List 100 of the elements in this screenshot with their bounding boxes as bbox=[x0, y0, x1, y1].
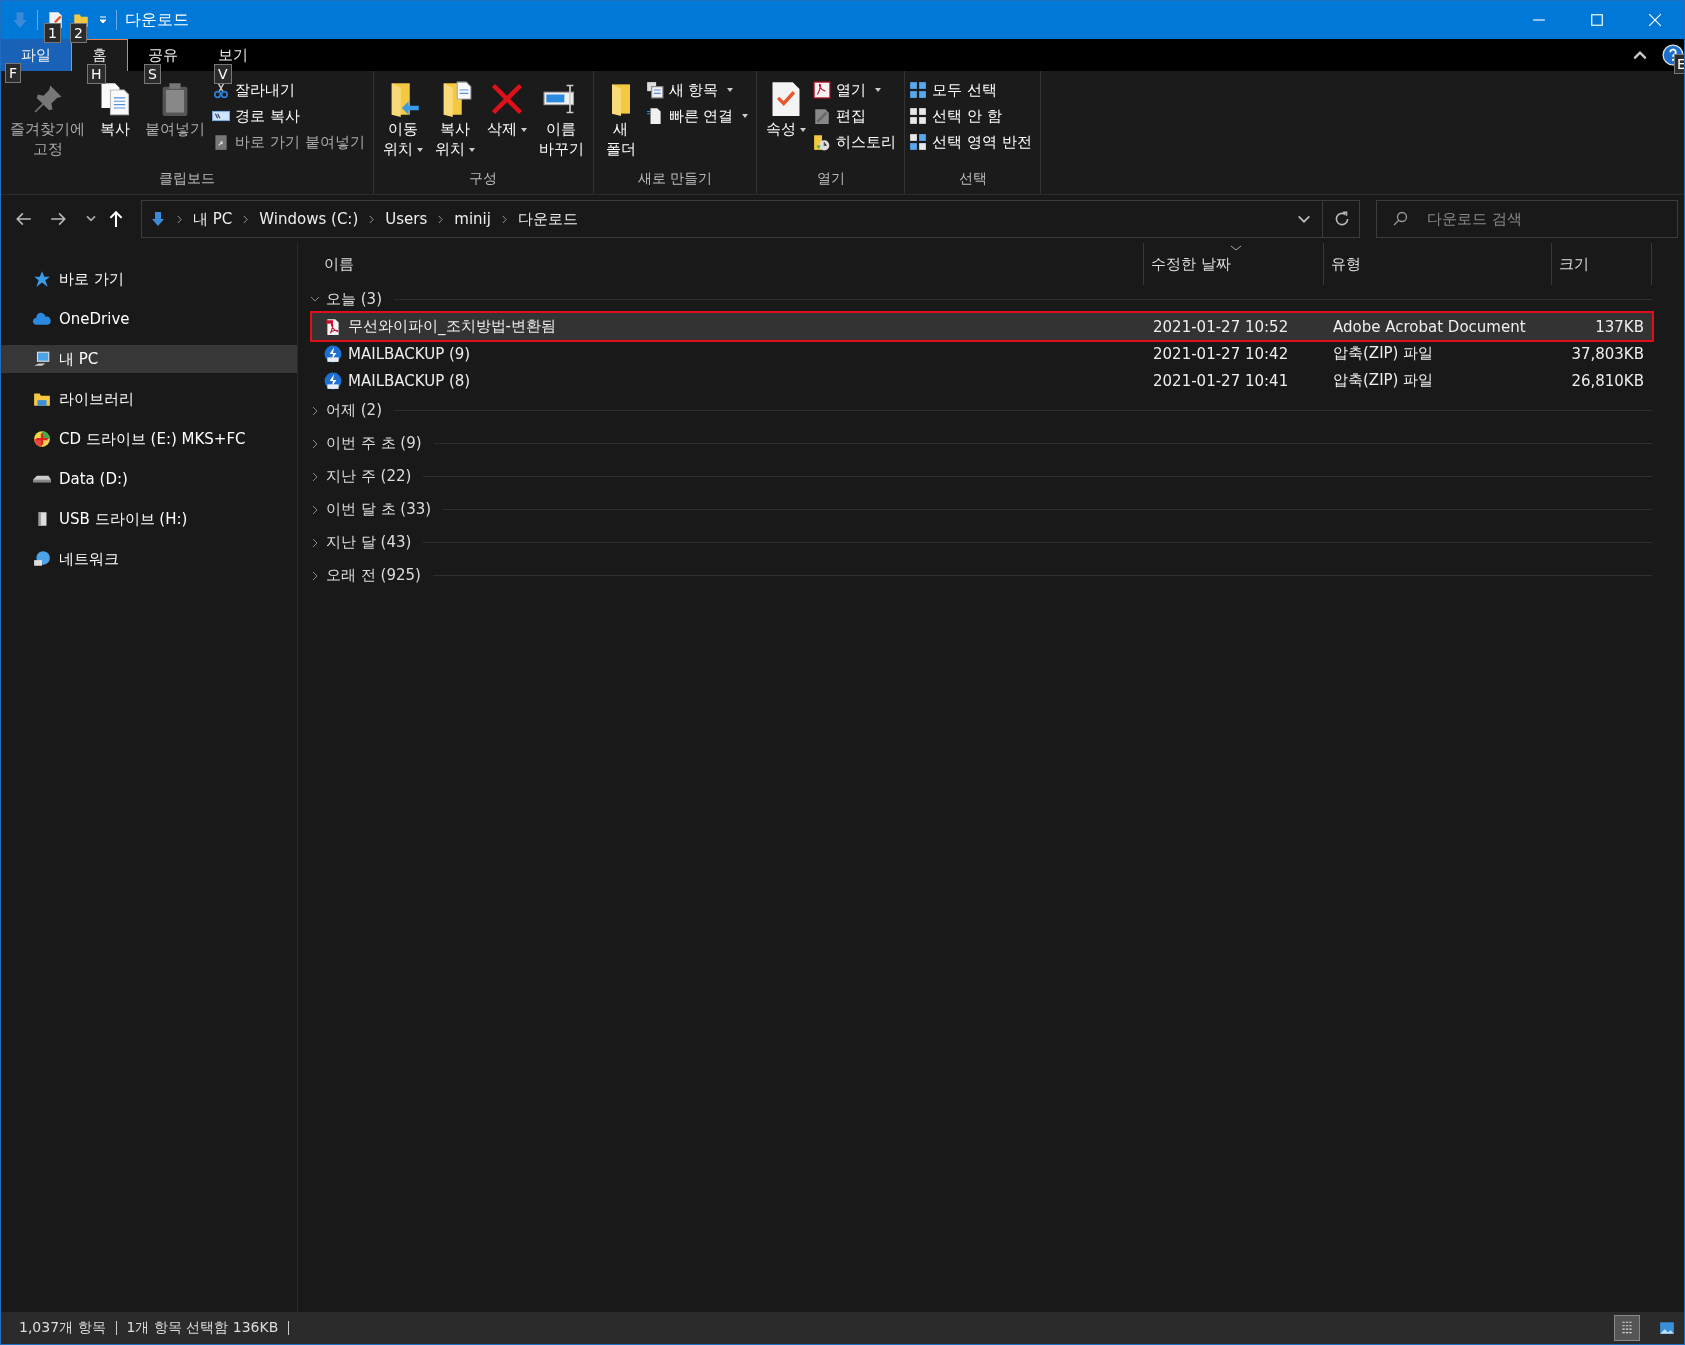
download-arrow-icon bbox=[150, 211, 166, 227]
chevron-icon[interactable] bbox=[310, 294, 320, 304]
scissors-icon bbox=[212, 81, 230, 99]
ribbon-button[interactable]: 복사 위치 bbox=[429, 77, 480, 166]
group-label: 선택 bbox=[957, 169, 988, 188]
file-name: MAILBACKUP (9) bbox=[348, 344, 471, 363]
sidebar-item[interactable]: 내 PC bbox=[1, 345, 297, 373]
zip-file-icon bbox=[324, 371, 342, 390]
folder-clock-icon bbox=[813, 133, 832, 151]
table-cell-text: 2021-01-27 10:52 bbox=[1152, 317, 1290, 336]
ribbon-button[interactable]: 이름 바꾸기 bbox=[533, 77, 589, 166]
sidebar-item[interactable]: 네트워크 bbox=[1, 545, 297, 573]
keytip: H bbox=[87, 64, 106, 84]
chevron-icon[interactable] bbox=[310, 471, 320, 482]
keytip: 1 bbox=[44, 23, 61, 43]
keytip: V bbox=[214, 64, 232, 84]
sidebar-item[interactable]: Data (D:) bbox=[1, 465, 297, 493]
group-header[interactable]: 이번 주 초 (9) bbox=[310, 427, 1652, 460]
file-row[interactable]: MAILBACKUP (9) 2021-01-27 10:42 압축(ZIP) 파일 37,803KB bbox=[312, 340, 1652, 367]
file-name: MAILBACKUP (8) bbox=[348, 371, 471, 390]
file-row[interactable]: 무선와이파이_조치방법-변환됨 2021-01-27 10:52 Adobe Acrobat Document 137KB bbox=[312, 313, 1652, 340]
chevron-icon[interactable] bbox=[242, 213, 250, 225]
breadcrumb[interactable]: 내 PC bbox=[193, 209, 233, 229]
folder-icon bbox=[33, 390, 51, 408]
chevron-icon[interactable] bbox=[437, 213, 445, 225]
ribbon-button[interactable]: 빠른 연결 bbox=[645, 105, 753, 127]
chevron-icon[interactable] bbox=[310, 537, 320, 548]
address-bar[interactable]: 내 PC Windows (C:) Users minij 다운로드 bbox=[141, 200, 1360, 238]
ribbon-button[interactable]: 편집 bbox=[813, 105, 901, 127]
file-row[interactable]: MAILBACKUP (8) 2021-01-27 10:41 압축(ZIP) 파일 26,810KB bbox=[312, 367, 1652, 394]
edit-icon bbox=[813, 107, 832, 125]
document-icon bbox=[645, 107, 664, 125]
pdf-file-icon bbox=[324, 317, 342, 336]
column-header[interactable]: 수정한 날짜 bbox=[1144, 243, 1324, 285]
maximize-icon bbox=[1590, 13, 1604, 27]
group-header[interactable]: 지난 달 (43) bbox=[310, 526, 1652, 559]
sidebar-item[interactable]: CD 드라이브 (E:) MKS+FC bbox=[1, 425, 297, 453]
column-header[interactable]: 유형 bbox=[1324, 243, 1552, 285]
group-header[interactable]: 지난 주 (22) bbox=[310, 460, 1652, 493]
ribbon-button[interactable]: 선택 영역 반전 bbox=[909, 131, 1036, 153]
grid-squares-icon bbox=[909, 107, 928, 125]
back-arrow-icon[interactable] bbox=[15, 210, 33, 228]
ribbon-button[interactable]: 히스토리 bbox=[813, 131, 901, 153]
column-header[interactable]: 이름 bbox=[298, 243, 1144, 285]
column-header[interactable]: 크기 bbox=[1552, 243, 1652, 285]
window-title: 다운로드 bbox=[125, 9, 189, 31]
star-icon bbox=[33, 270, 51, 288]
chevron-icon[interactable] bbox=[176, 213, 183, 225]
table-cell-text: 137KB bbox=[1594, 317, 1645, 336]
group-header[interactable]: 이번 달 초 (33) bbox=[310, 493, 1652, 526]
forward-arrow-icon[interactable] bbox=[49, 210, 67, 228]
sidebar-item[interactable]: 바로 가기 bbox=[1, 265, 297, 293]
details-list-icon bbox=[1619, 1320, 1635, 1336]
table-cell-text: 26,810KB bbox=[1570, 371, 1645, 390]
ribbon-button[interactable]: 속성 bbox=[761, 77, 812, 166]
group-header[interactable]: 오늘 (3) bbox=[310, 285, 1652, 313]
search-icon bbox=[1392, 211, 1408, 227]
keytip: 2 bbox=[70, 23, 87, 43]
up-arrow-icon[interactable] bbox=[107, 210, 125, 228]
chevron-icon[interactable] bbox=[310, 570, 320, 581]
breadcrumb[interactable]: 다운로드 bbox=[517, 209, 578, 229]
group-header[interactable]: 오래 전 (925) bbox=[310, 559, 1652, 592]
ribbon-button[interactable]: 열기 bbox=[813, 79, 901, 101]
ribbon-button[interactable]: 이동 위치 bbox=[377, 77, 428, 166]
table-cell-text: 2021-01-27 10:41 bbox=[1152, 371, 1290, 390]
chevron-icon[interactable] bbox=[310, 405, 320, 416]
ribbon-button[interactable]: 새 폴더 bbox=[597, 77, 644, 166]
details-view-button[interactable] bbox=[1614, 1315, 1640, 1341]
image-icon bbox=[1659, 1320, 1675, 1336]
table-cell-text: Adobe Acrobat Document bbox=[1332, 317, 1527, 336]
group-header[interactable]: 어제 (2) bbox=[310, 394, 1652, 427]
ribbon-button[interactable]: 삭제 bbox=[481, 77, 532, 166]
ribbon-button[interactable]: 선택 안 함 bbox=[909, 105, 1036, 127]
ribbon-button[interactable]: 모두 선택 bbox=[909, 79, 1036, 101]
refresh-icon[interactable] bbox=[1333, 210, 1351, 228]
keytip: F bbox=[5, 63, 22, 83]
sidebar-item[interactable]: 라이브러리 bbox=[1, 385, 297, 413]
chevron-icon[interactable] bbox=[310, 504, 320, 515]
status-text: 1개 항목 선택함 136KB bbox=[126, 1319, 279, 1337]
chevron-icon[interactable] bbox=[310, 438, 320, 449]
table-cell-text: 2021-01-27 10:42 bbox=[1152, 344, 1290, 363]
keytip: S bbox=[144, 64, 161, 84]
customize-dropdown-icon[interactable] bbox=[98, 15, 108, 25]
sidebar-item[interactable]: USB 드라이브 (H:) bbox=[1, 505, 297, 533]
sort-chevron-icon bbox=[1230, 245, 1242, 251]
chevron-icon[interactable] bbox=[500, 213, 508, 225]
breadcrumb[interactable]: minij bbox=[454, 210, 491, 228]
zip-file-icon bbox=[324, 344, 342, 363]
file-name: 무선와이파이_조치방법-변환됨 bbox=[348, 317, 556, 336]
ribbon-button[interactable]: 새 항목 bbox=[645, 79, 753, 101]
search-field[interactable]: 다운로드 검색 bbox=[1376, 200, 1678, 238]
breadcrumb[interactable]: Windows (C:) bbox=[259, 210, 359, 228]
close-icon bbox=[1648, 13, 1662, 27]
chevron-icon[interactable] bbox=[368, 213, 376, 225]
breadcrumb[interactable]: Users bbox=[385, 210, 428, 228]
network-icon bbox=[33, 550, 51, 568]
ribbon-button[interactable]: 경로 복사 bbox=[212, 105, 369, 127]
sidebar-item[interactable]: OneDrive bbox=[1, 305, 297, 333]
collapse-ribbon-icon[interactable] bbox=[1632, 49, 1648, 61]
status-text: 1,037개 항목 bbox=[19, 1319, 106, 1337]
